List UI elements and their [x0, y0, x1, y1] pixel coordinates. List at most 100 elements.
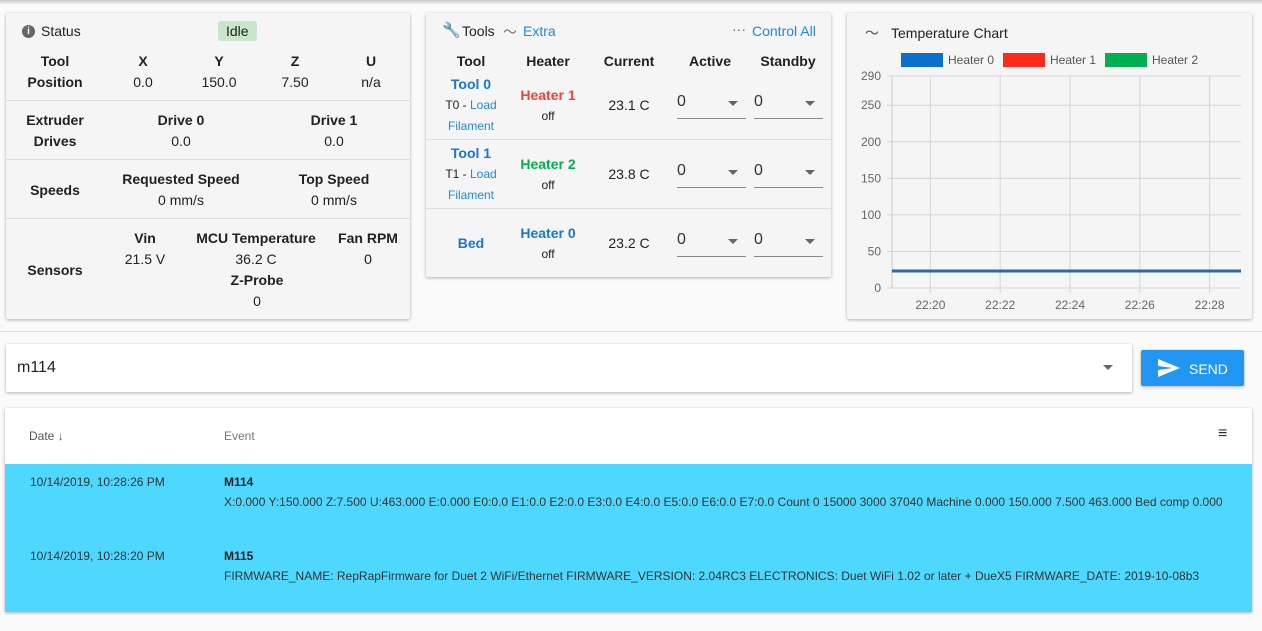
current-temp: 23.8 C: [608, 166, 650, 182]
tool-0-link[interactable]: Tool 0: [451, 76, 491, 92]
mcu-temp-value: 36.2 C: [235, 251, 277, 267]
requested-speed-value: 0 mm/s: [158, 192, 204, 208]
z-probe-value: 0: [253, 293, 261, 309]
control-all-link[interactable]: Control All: [752, 23, 816, 39]
tool-1-sub: T1 - Load: [445, 167, 496, 181]
x-tick-label: 22:26: [1125, 298, 1155, 312]
requested-speed-label: Requested Speed: [122, 171, 240, 187]
active-temp-select[interactable]: 0: [677, 162, 746, 188]
log-body: X:0.000 Y:150.000 Z:7.500 U:463.000 E:0.…: [224, 495, 1223, 509]
heater-2-link[interactable]: Heater 2: [520, 156, 575, 172]
standby-temp-select[interactable]: 0: [754, 93, 823, 119]
active-temp-select[interactable]: 0: [677, 231, 746, 257]
log-body: FIRMWARE_NAME: RepRapFirmware for Duet 2…: [224, 569, 1200, 583]
current-temp: 23.1 C: [608, 97, 650, 113]
axis-z-value: 7.50: [281, 74, 309, 90]
send-button[interactable]: SEND: [1141, 350, 1244, 386]
sensors-label: Sensors: [27, 262, 83, 278]
axis-u-value: n/a: [361, 74, 381, 90]
heater-state: off: [541, 178, 555, 192]
load-filament-link[interactable]: Filament: [448, 119, 494, 133]
log-row[interactable]: 10/14/2019, 10:28:20 PM M115 FIRMWARE_NA…: [5, 538, 1252, 612]
gcode-input[interactable]: m114: [6, 344, 1132, 392]
tool-0-sub: T0 - Load: [445, 98, 496, 112]
legend-label: Heater 1: [1050, 53, 1096, 67]
mcu-temp-label: MCU Temperature: [196, 230, 316, 246]
tools-title: Tools: [462, 23, 495, 39]
legend-label: Heater 0: [948, 53, 994, 67]
log-title: M115: [224, 549, 254, 563]
chart-line-icon: 〜: [503, 24, 517, 40]
top-speed-value: 0 mm/s: [311, 192, 357, 208]
standby-temp-select[interactable]: 0: [754, 231, 823, 257]
vin-value: 21.5 V: [124, 251, 166, 267]
tool-0-prefix: T0 -: [445, 98, 470, 112]
date-column-header[interactable]: Date ↓: [29, 429, 64, 443]
dropdown-arrow-icon: [728, 101, 738, 106]
extruder-label: Extruder: [26, 112, 84, 128]
send-icon: [1158, 359, 1180, 377]
axis-x-value: 0.0: [133, 74, 153, 90]
drive-0-value: 0.0: [171, 133, 191, 149]
y-tick-label: 0: [874, 281, 881, 295]
dropdown-arrow-icon: [805, 170, 815, 175]
divider: [6, 100, 410, 101]
tools-card: 🔧 Tools 〜 Extra ··· Control All Tool Hea…: [426, 13, 831, 277]
load-filament-link[interactable]: Filament: [448, 188, 494, 202]
log-row[interactable]: 10/14/2019, 10:28:26 PM M114 X:0.000 Y:1…: [5, 464, 1252, 538]
x-tick-label: 22:28: [1195, 298, 1225, 312]
x-tick-label: 22:24: [1055, 298, 1085, 312]
menu-icon[interactable]: ≡: [1218, 425, 1227, 443]
gcode-input-value: m114: [17, 359, 56, 376]
drive-0-label: Drive 0: [157, 112, 205, 128]
col-active: Active: [688, 53, 732, 69]
fan-rpm-value: 0: [364, 251, 372, 267]
active-temp-select[interactable]: 0: [677, 93, 746, 119]
legend-swatch: [901, 53, 943, 67]
divider: [426, 139, 831, 140]
active-value: 0: [677, 231, 686, 248]
log-rows: 10/14/2019, 10:28:26 PM M114 X:0.000 Y:1…: [5, 464, 1252, 612]
heater-1-link[interactable]: Heater 1: [520, 87, 575, 103]
vin-label: Vin: [134, 230, 156, 246]
divider: [0, 331, 1262, 332]
axis-z-label: Z: [290, 53, 300, 69]
status-badge: Idle: [218, 21, 257, 41]
current-temp: 23.2 C: [608, 235, 650, 251]
heater-0-link[interactable]: Heater 0: [520, 225, 575, 241]
load-filament-link[interactable]: Load: [470, 98, 497, 112]
tool-position-label: Tool: [40, 53, 70, 69]
dropdown-arrow-icon[interactable]: [1103, 365, 1113, 370]
y-tick-label: 100: [861, 208, 881, 222]
standby-value: 0: [754, 162, 763, 179]
heater-state: off: [541, 247, 555, 261]
heater-state: off: [541, 109, 555, 123]
legend-swatch: [1105, 53, 1147, 67]
standby-value: 0: [754, 93, 763, 110]
divider: [6, 159, 410, 160]
top-speed-label: Top Speed: [298, 171, 370, 187]
log-date: 10/14/2019, 10:28:26 PM: [30, 475, 165, 489]
fan-rpm-label: Fan RPM: [338, 230, 398, 246]
extra-link[interactable]: Extra: [523, 23, 556, 39]
load-filament-link[interactable]: Load: [470, 167, 497, 181]
dropdown-arrow-icon: [805, 239, 815, 244]
status-title: Status: [41, 23, 81, 39]
tool-1-link[interactable]: Tool 1: [451, 145, 491, 161]
active-value: 0: [677, 93, 686, 110]
standby-temp-select[interactable]: 0: [754, 162, 823, 188]
temperature-chart-card: 〜 Temperature Chart Heater 0 Heater 1 Heat…: [847, 13, 1252, 319]
bed-link[interactable]: Bed: [458, 235, 484, 251]
axis-x-label: X: [138, 53, 148, 69]
dropdown-arrow-icon: [728, 239, 738, 244]
col-current: Current: [603, 53, 655, 69]
date-header-label: Date: [29, 429, 55, 443]
log-title: M114: [224, 475, 254, 489]
console-log-table: Date ↓ Event ≡ 10/14/2019, 10:28:26 PM M…: [5, 408, 1252, 612]
axis-u-label: U: [365, 53, 377, 69]
z-probe-label: Z-Probe: [230, 272, 284, 288]
y-tick-label: 50: [868, 244, 882, 258]
axis-y-value: 150.0: [201, 74, 237, 90]
temperature-chart: Heater 0 Heater 1 Heater 2 0 50 100 150 200 250 2…: [861, 53, 1241, 312]
y-tick-label: 250: [861, 98, 881, 112]
